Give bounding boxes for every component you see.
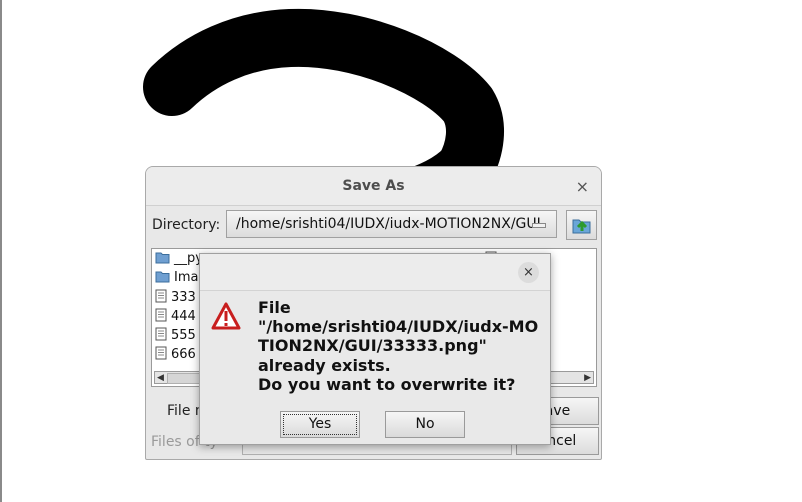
overwrite-confirm-dialog: × File "/home/srishti04/IUDX/iudx-MO TIO… xyxy=(199,253,551,445)
up-folder-button[interactable] xyxy=(566,210,597,240)
message-line: File xyxy=(258,298,291,317)
scroll-left-icon[interactable]: ◀ xyxy=(157,373,164,383)
message-line: TION2NX/GUI/33333.png" xyxy=(258,336,487,356)
file-name: 555 xyxy=(171,328,196,343)
folder-up-icon xyxy=(572,219,591,234)
list-item[interactable]: 333 xyxy=(155,289,196,305)
canvas-left-border xyxy=(0,0,2,502)
directory-combobox[interactable]: /home/srishti04/IUDX/iudx-MOTION2NX/GUI xyxy=(226,210,557,238)
save-as-title: Save As xyxy=(342,178,405,194)
file-icon xyxy=(155,327,167,341)
file-name: 666 xyxy=(171,347,196,362)
file-icon xyxy=(155,308,167,322)
directory-value: /home/srishti04/IUDX/iudx-MOTION2NX/GUI xyxy=(236,216,541,232)
folder-icon xyxy=(155,271,170,283)
combobox-handle-icon xyxy=(532,223,546,228)
confirm-titlebar: × xyxy=(200,254,550,291)
message-line: "/home/srishti04/IUDX/iudx-MO xyxy=(258,317,539,337)
folder-icon xyxy=(155,252,170,264)
close-icon[interactable]: × xyxy=(518,262,539,283)
message-line: Do you want to overwrite it? xyxy=(258,374,516,394)
close-icon[interactable]: × xyxy=(576,177,589,196)
list-item[interactable]: __py xyxy=(155,251,203,266)
list-item[interactable]: 555 xyxy=(155,327,196,343)
list-item[interactable]: Ima xyxy=(155,270,198,285)
list-item[interactable]: 666 xyxy=(155,346,196,362)
confirm-message: File "/home/srishti04/IUDX/iudx-MO TION2… xyxy=(258,298,548,394)
message-line: already exists. xyxy=(258,355,391,375)
save-as-titlebar: Save As × xyxy=(146,167,601,206)
file-name: Ima xyxy=(174,270,199,285)
file-icon xyxy=(155,346,167,360)
file-name: 444 xyxy=(171,309,196,324)
list-item[interactable]: 444 xyxy=(155,308,196,324)
directory-label: Directory: xyxy=(152,217,221,233)
no-button[interactable]: No xyxy=(385,411,465,438)
file-name: 333 xyxy=(171,290,196,305)
warning-icon xyxy=(211,302,241,330)
yes-button[interactable]: Yes xyxy=(280,411,360,438)
file-icon xyxy=(155,289,167,303)
scroll-right-icon[interactable]: ▶ xyxy=(584,373,591,383)
